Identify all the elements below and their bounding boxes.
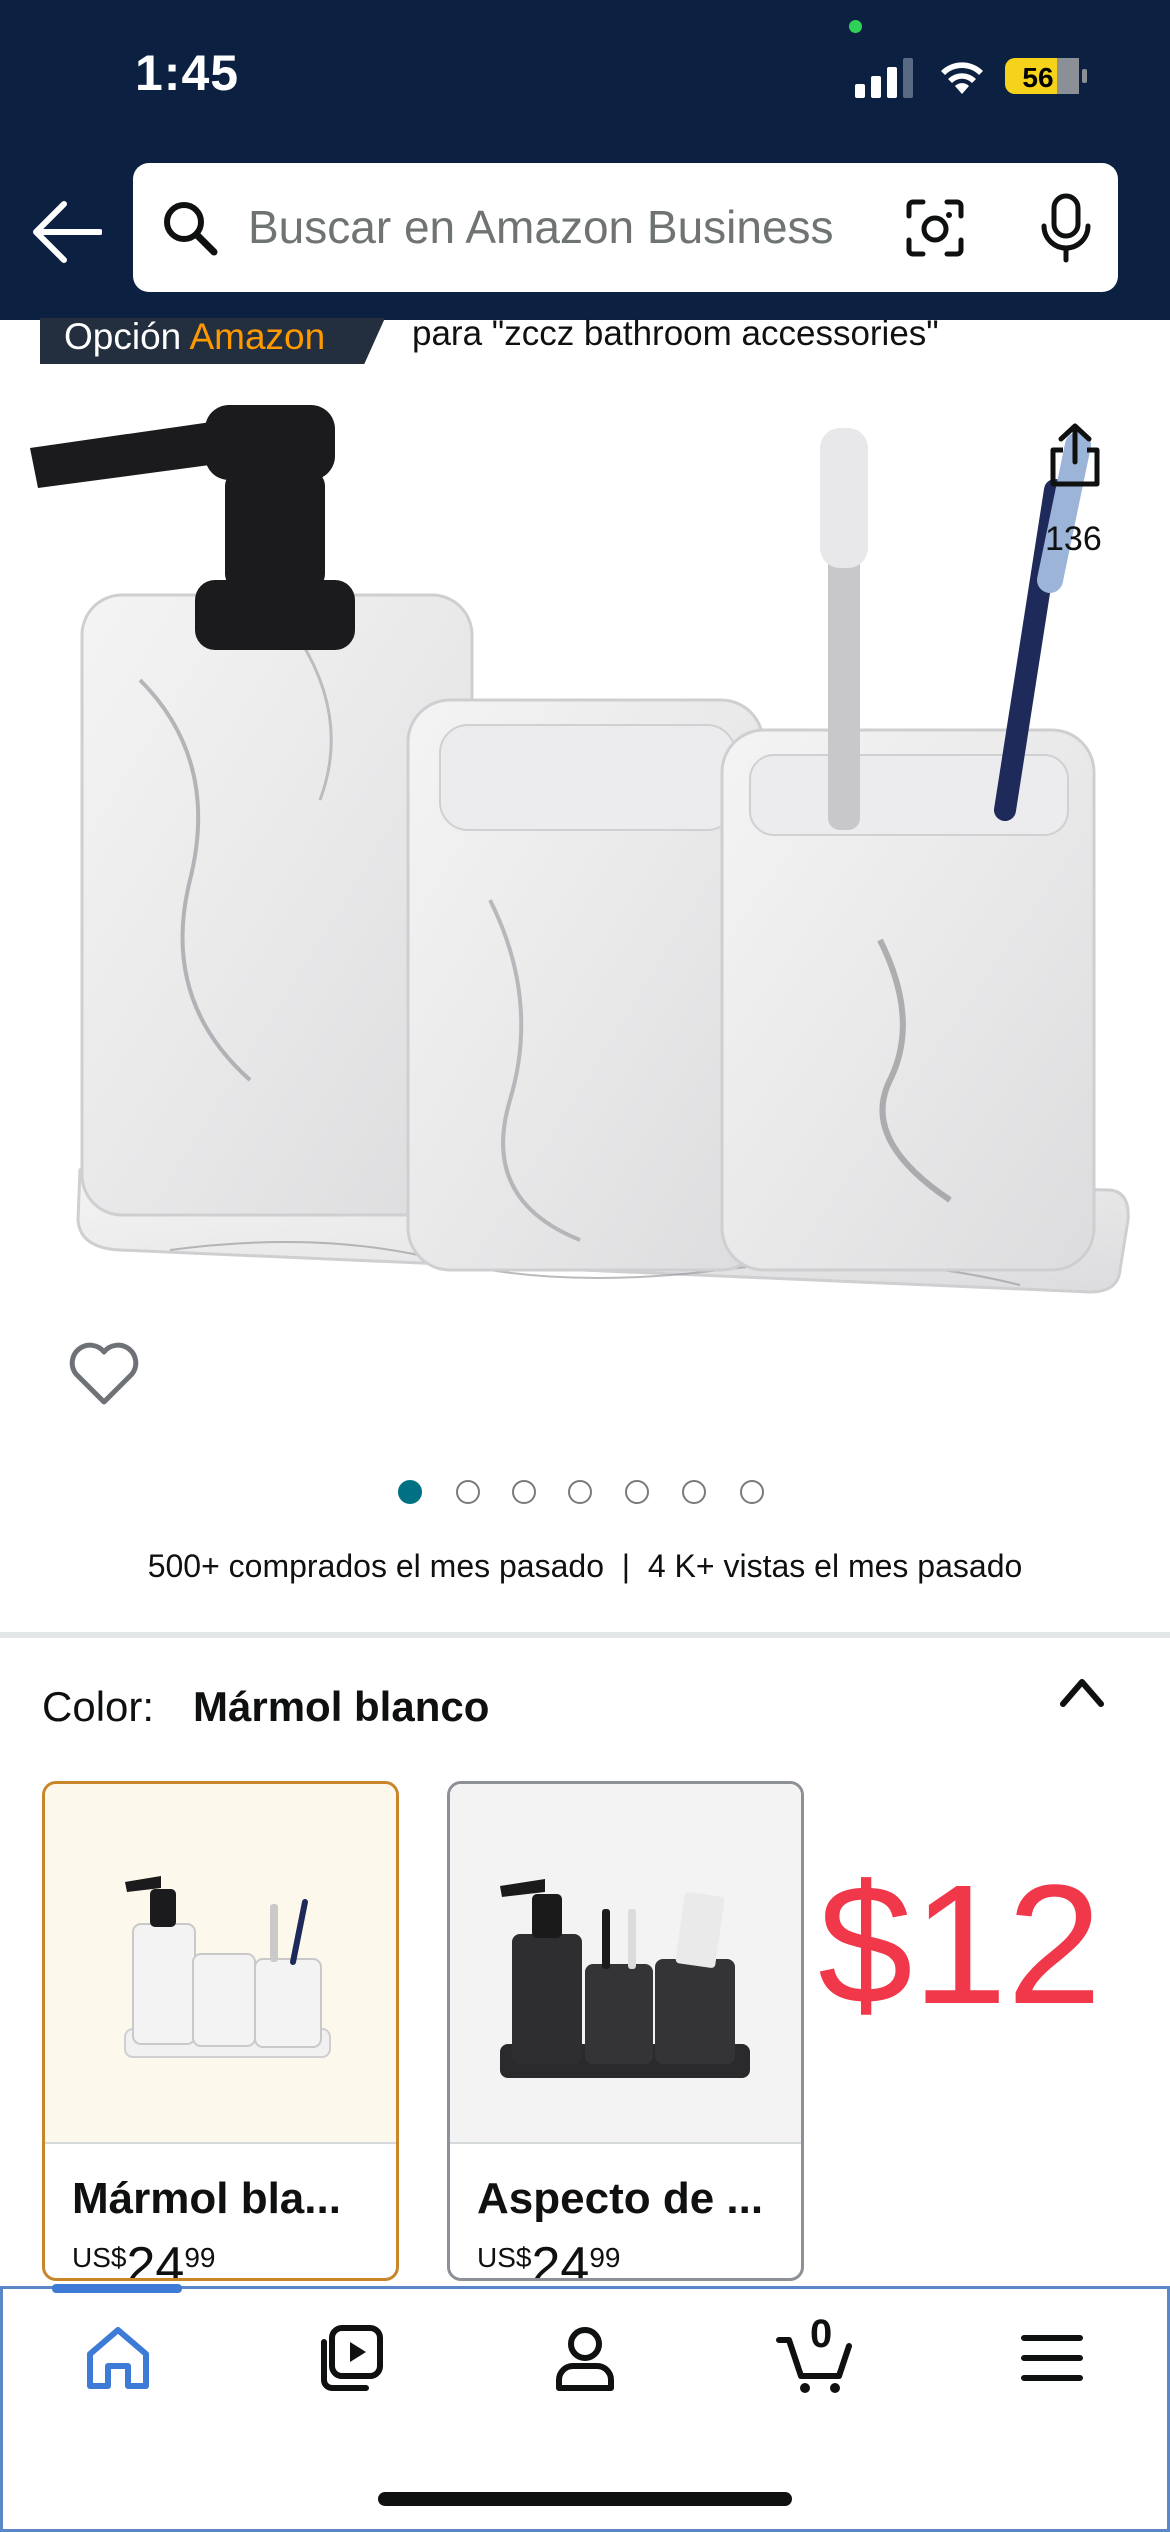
carousel-dot-7[interactable] — [740, 1480, 764, 1504]
color-value: Mármol blanco — [193, 1683, 490, 1730]
carousel-dot-6[interactable] — [682, 1480, 706, 1504]
battery-level: 56 — [1022, 62, 1053, 93]
variant-thumbnail-image — [124, 1876, 331, 2058]
price-overlay-annotation: $12 — [818, 1850, 1102, 2040]
variant-thumbnail-area — [450, 1784, 801, 2142]
search-icon — [164, 202, 218, 256]
card-divider — [45, 2142, 396, 2144]
section-divider — [0, 1632, 1170, 1638]
chevron-up-icon[interactable] — [1055, 1672, 1109, 1712]
menu-icon[interactable] — [1012, 2318, 1092, 2398]
cellular-signal-icon — [855, 58, 913, 98]
variant-price: US$2499 — [72, 2237, 216, 2281]
carousel-dot-5[interactable] — [625, 1480, 649, 1504]
camera-search-icon[interactable] — [903, 196, 967, 260]
back-arrow-icon[interactable] — [30, 198, 102, 266]
carousel-dot-3[interactable] — [512, 1480, 536, 1504]
search-input[interactable]: Buscar en Amazon Business — [248, 200, 834, 254]
purchase-stats: 500+ comprados el mes pasado | 4 K+ vist… — [0, 1548, 1170, 1585]
stats-separator: | — [621, 1548, 631, 1584]
variant-thumbnail-image — [500, 1879, 750, 2078]
home-icon[interactable] — [78, 2318, 158, 2398]
variant-card-white-marble[interactable]: Mármol bla... US$2499 — [42, 1781, 399, 2281]
cart-count: 0 — [810, 2312, 833, 2356]
amazon-choice-query: para "zccz bathroom accessories" — [412, 314, 939, 353]
video-library-icon[interactable] — [312, 2318, 392, 2398]
microphone-icon[interactable] — [1035, 192, 1097, 264]
purchased-stat: 500+ comprados el mes pasado — [147, 1548, 604, 1584]
variant-title: Aspecto de ... — [477, 2174, 764, 2223]
account-icon[interactable] — [545, 2318, 625, 2398]
heart-icon[interactable] — [68, 1340, 140, 1408]
variant-title: Mármol bla... — [72, 2174, 341, 2223]
variant-thumbnail-area — [45, 1784, 396, 2142]
home-indicator — [378, 2492, 792, 2506]
views-stat: 4 K+ vistas el mes pasado — [647, 1548, 1023, 1584]
wifi-icon — [941, 62, 983, 94]
variant-price: US$2499 — [477, 2237, 621, 2281]
carousel-dot-4[interactable] — [568, 1480, 592, 1504]
color-label: Color: — [42, 1683, 155, 1730]
share-count: 136 — [1045, 520, 1102, 558]
card-divider — [450, 2142, 801, 2144]
product-image[interactable] — [20, 380, 1150, 1430]
variant-card-black-marble[interactable]: Aspecto de ... US$2499 — [447, 1781, 804, 2281]
status-time: 1:45 — [135, 45, 240, 101]
privacy-indicator — [849, 20, 862, 33]
share-icon[interactable] — [1045, 422, 1105, 488]
carousel-dot-2[interactable] — [456, 1480, 480, 1504]
carousel-dot-1[interactable] — [398, 1480, 422, 1504]
battery-icon: 56 — [1005, 58, 1087, 94]
amazon-choice-label: Opción Amazon — [64, 316, 326, 357]
active-tab-indicator — [52, 2284, 182, 2293]
